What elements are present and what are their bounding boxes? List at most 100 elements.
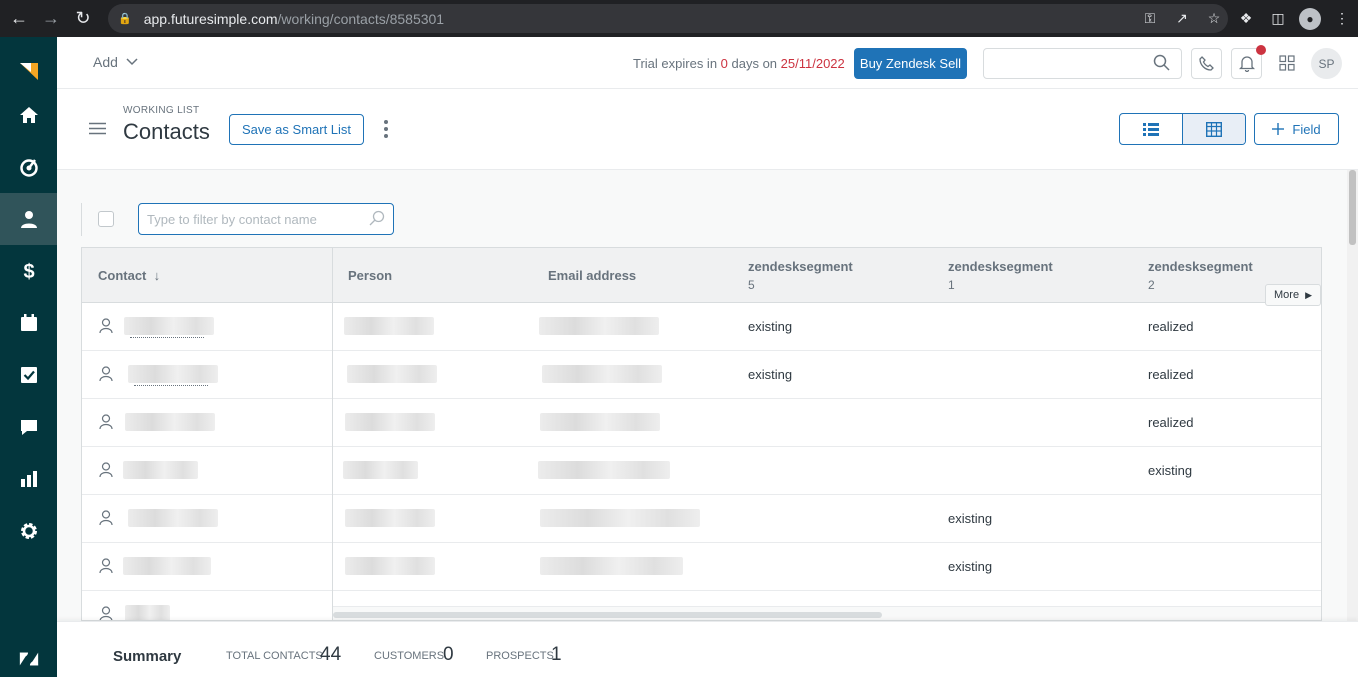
save-as-smart-list-button[interactable]: Save as Smart List: [229, 114, 364, 145]
email-redacted: [540, 557, 683, 575]
trial-middle: days on: [727, 56, 781, 71]
column-sublabel: 1: [948, 278, 955, 292]
chevron-down-icon: [126, 58, 138, 66]
person-name-redacted: [344, 317, 434, 335]
leads-icon[interactable]: [0, 141, 57, 193]
url-path: /working/contacts/8585301: [277, 10, 445, 27]
column-header-segment-1[interactable]: zendesksegment 1: [948, 248, 1053, 303]
table-row[interactable]: realized: [82, 399, 1321, 447]
contact-name-redacted[interactable]: [124, 317, 214, 335]
add-field-button[interactable]: Field: [1254, 113, 1339, 145]
segment-1-cell: existing: [948, 511, 993, 526]
table-view-button[interactable]: [1182, 114, 1245, 144]
contact-name-redacted[interactable]: [123, 461, 198, 479]
more-options-icon[interactable]: [383, 119, 389, 139]
add-menu-button[interactable]: Add: [93, 54, 138, 70]
person-name-redacted: [343, 461, 418, 479]
notification-badge: [1256, 45, 1266, 55]
vertical-scroll-thumb[interactable]: [1349, 170, 1356, 245]
table-row[interactable]: existing realized: [82, 351, 1321, 399]
column-header-contact[interactable]: Contact ↓: [98, 248, 160, 303]
email-redacted: [542, 365, 662, 383]
zendesk-logo-icon[interactable]: [0, 633, 57, 677]
lock-icon: 🔒: [118, 13, 132, 25]
horizontal-scrollbar[interactable]: [333, 606, 1321, 620]
link-underline: [130, 337, 204, 338]
calendar-icon[interactable]: [0, 297, 57, 349]
table-row[interactable]: existing: [82, 495, 1321, 543]
column-header-segment-5[interactable]: zendesksegment 5: [748, 248, 853, 303]
profile-icon[interactable]: ●: [1294, 3, 1326, 35]
page-titlebar: WORKING LIST Contacts Save as Smart List…: [57, 89, 1358, 170]
reload-icon[interactable]: ↻: [70, 6, 96, 32]
phone-button[interactable]: [1191, 48, 1222, 79]
column-header-segment-2[interactable]: zendesksegment 2: [1148, 248, 1253, 303]
forward-arrow-icon[interactable]: →: [38, 6, 64, 32]
key-icon[interactable]: ⚿: [1134, 3, 1166, 35]
add-label: Add: [93, 54, 118, 70]
table-row[interactable]: existing: [82, 447, 1321, 495]
tasks-check-icon[interactable]: [0, 349, 57, 401]
user-avatar[interactable]: SP: [1311, 48, 1342, 79]
share-icon[interactable]: ↗: [1166, 3, 1198, 35]
segment-5-cell: existing: [748, 367, 793, 382]
contacts-icon[interactable]: [0, 193, 57, 245]
list-view-button[interactable]: [1120, 114, 1182, 144]
settings-gear-icon[interactable]: [0, 505, 57, 557]
customers-label: CUSTOMERS: [374, 650, 445, 662]
trial-notice: Trial expires in 0 days on 25/11/2022: [633, 56, 845, 71]
customers-value: 0: [443, 644, 454, 665]
contact-name-filter-input[interactable]: [138, 203, 394, 235]
person-icon: [99, 414, 113, 430]
table-row[interactable]: existing: [82, 543, 1321, 591]
person-name-redacted: [345, 557, 435, 575]
person-name-redacted: [347, 365, 437, 383]
horizontal-scroll-thumb[interactable]: [333, 612, 882, 618]
search-icon[interactable]: [1153, 54, 1170, 71]
segment-2-cell: realized: [1148, 319, 1194, 334]
bookmark-star-icon[interactable]: ☆: [1198, 3, 1230, 35]
reports-icon[interactable]: [0, 453, 57, 505]
bell-icon: [1238, 56, 1255, 72]
link-underline: [134, 385, 208, 386]
table-view-icon: [1206, 121, 1222, 137]
trial-date: 25/11/2022: [780, 56, 845, 71]
sort-desc-icon: ↓: [153, 268, 161, 283]
side-panel-icon[interactable]: ◫: [1262, 3, 1294, 35]
email-redacted: [540, 509, 700, 527]
browser-toolbar: ← → ↻ 🔒 app.futuresimple.com/working/con…: [0, 0, 1358, 37]
home-icon[interactable]: [0, 89, 57, 141]
back-arrow-icon[interactable]: ←: [6, 6, 32, 32]
chat-icon[interactable]: [0, 401, 57, 453]
address-bar[interactable]: 🔒 app.futuresimple.com/working/contacts/…: [108, 4, 1228, 33]
vertical-scrollbar[interactable]: [1347, 170, 1358, 622]
page-title: Contacts: [123, 119, 210, 144]
buy-zendesk-sell-button[interactable]: Buy Zendesk Sell: [854, 48, 967, 79]
apps-grid-icon[interactable]: [1279, 55, 1295, 71]
contact-name-redacted[interactable]: [125, 605, 170, 620]
email-redacted: [538, 461, 670, 479]
contact-name-redacted[interactable]: [128, 365, 218, 383]
extensions-puzzle-icon[interactable]: ❖: [1230, 3, 1262, 35]
filter-search-icon: [369, 210, 385, 226]
prospects-label: PROSPECTS: [486, 650, 554, 662]
top-header: Add Trial expires in 0 days on 25/11/202…: [57, 37, 1358, 89]
deals-dollar-icon[interactable]: $: [0, 245, 57, 297]
person-icon: [99, 366, 113, 382]
contact-name-redacted[interactable]: [125, 413, 215, 431]
column-header-person[interactable]: Person: [348, 248, 392, 303]
person-icon: [99, 606, 113, 620]
filter-divider: [81, 203, 82, 236]
person-icon: [99, 510, 113, 526]
profile-avatar: ●: [1299, 7, 1321, 30]
column-header-email[interactable]: Email address: [548, 248, 636, 303]
caret-right-icon: ▶: [1305, 289, 1312, 300]
segment-2-cell: realized: [1148, 415, 1194, 430]
contact-name-redacted[interactable]: [128, 509, 218, 527]
select-all-checkbox[interactable]: [98, 211, 114, 227]
contact-name-redacted[interactable]: [123, 557, 211, 575]
prospects-value: 1: [551, 644, 562, 665]
hamburger-menu-icon[interactable]: [89, 122, 106, 135]
menu-kebab-icon[interactable]: ⋮: [1326, 3, 1358, 35]
table-row[interactable]: existing realized: [82, 303, 1321, 351]
